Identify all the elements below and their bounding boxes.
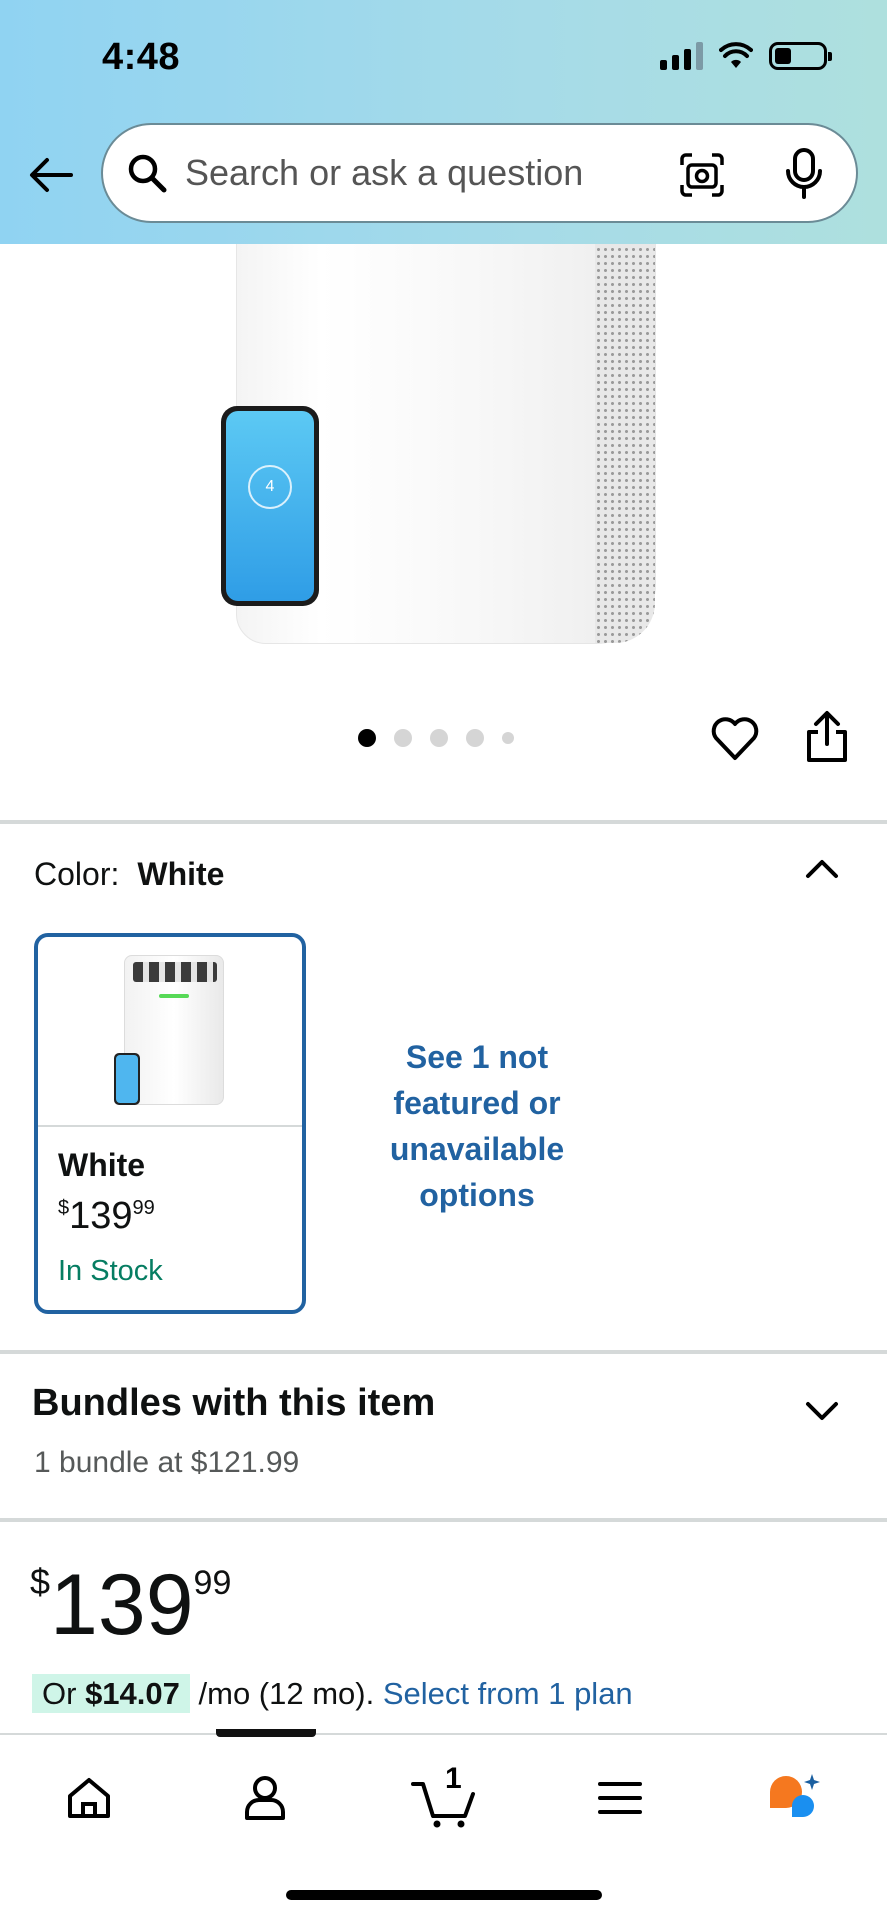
profile-icon <box>245 1776 285 1820</box>
rufus-assistant-icon <box>770 1774 820 1817</box>
color-option-white[interactable]: White $13999 In Stock <box>34 933 306 1314</box>
status-time: 4:48 <box>102 36 181 78</box>
color-option-name: White <box>58 1147 146 1183</box>
installment-offer: Or $14.07 /mo (12 mo). Select from 1 pla… <box>32 1674 633 1713</box>
installment-chip: Or $14.07 <box>32 1674 190 1713</box>
see-unavailable-options-link[interactable]: See 1 not featured or unavailable option… <box>362 1034 592 1218</box>
nav-profile[interactable] <box>225 1763 305 1833</box>
gallery-dot[interactable] <box>430 729 448 747</box>
color-option-availability: In Stock <box>58 1255 163 1287</box>
product-image-phone-app: 4 <box>221 406 319 606</box>
bundles-subtitle: 1 bundle at $121.99 <box>34 1446 300 1479</box>
back-button[interactable] <box>26 150 76 200</box>
status-icons <box>660 42 832 70</box>
cellular-signal-icon <box>660 42 703 70</box>
gallery-dot[interactable] <box>502 732 514 744</box>
microphone-icon[interactable] <box>780 147 828 201</box>
chevron-up-icon[interactable] <box>800 848 844 892</box>
color-label: Color: <box>34 856 120 892</box>
gallery-dot[interactable] <box>358 729 376 747</box>
section-divider <box>0 1518 887 1522</box>
color-selected-value: White <box>137 856 225 892</box>
gallery-pagination-dots[interactable] <box>358 729 514 747</box>
section-divider <box>0 820 887 824</box>
product-price: $13999 <box>30 1557 232 1653</box>
cart-icon <box>411 1782 475 1828</box>
phone-app-reading: 4 <box>248 465 292 509</box>
bundles-title[interactable]: Bundles with this item <box>32 1382 435 1425</box>
heart-icon[interactable] <box>710 714 760 764</box>
section-divider <box>0 1350 887 1354</box>
nav-home[interactable] <box>49 1763 129 1833</box>
nav-menu[interactable] <box>580 1763 660 1833</box>
color-selector-label: Color: White <box>34 856 224 893</box>
active-tab-indicator <box>216 1729 316 1737</box>
chevron-down-icon[interactable] <box>800 1388 844 1432</box>
menu-icon <box>598 1782 642 1814</box>
battery-icon <box>769 42 832 70</box>
share-icon[interactable] <box>804 710 850 764</box>
gallery-dot[interactable] <box>394 729 412 747</box>
camera-search-icon[interactable] <box>678 151 726 199</box>
back-arrow-icon <box>30 158 73 192</box>
color-option-price: $13999 <box>58 1195 155 1237</box>
search-icon <box>123 149 171 197</box>
nav-cart[interactable]: 1 <box>404 1762 484 1833</box>
top-header: 4:48 <box>0 0 887 244</box>
product-image-gallery[interactable]: 4 <box>0 244 887 814</box>
installment-plan-link[interactable]: Select from 1 plan <box>383 1676 633 1711</box>
color-option-thumbnail <box>38 937 302 1127</box>
gallery-dot[interactable] <box>466 729 484 747</box>
home-icon <box>68 1778 110 1818</box>
home-indicator-bar[interactable] <box>286 1890 602 1900</box>
search-bar[interactable] <box>101 123 858 223</box>
search-input[interactable] <box>185 152 655 194</box>
wifi-icon <box>719 42 753 68</box>
nav-rufus-assistant[interactable] <box>756 1763 836 1833</box>
